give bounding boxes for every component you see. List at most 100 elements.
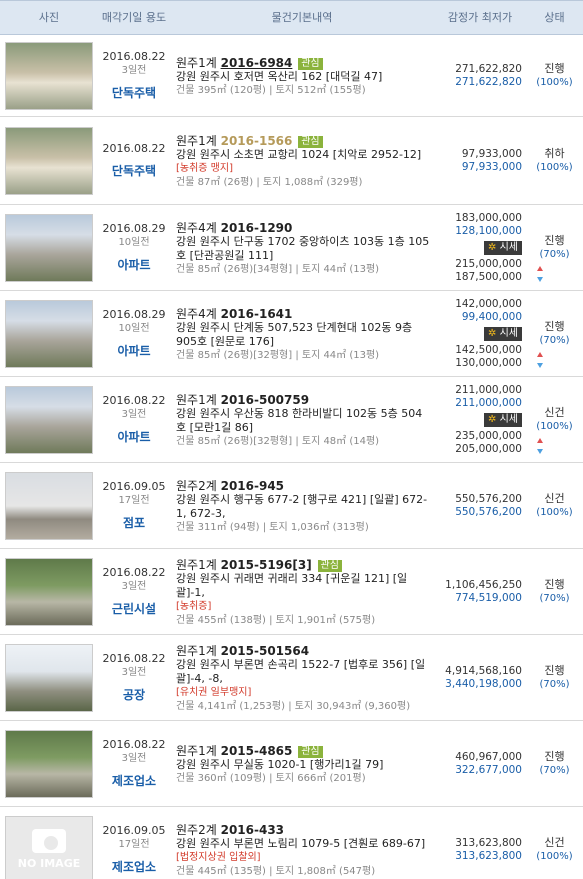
date-cell: 2016.08.22 단독주택 bbox=[98, 117, 170, 204]
case-number-link[interactable]: 2016-1641 bbox=[221, 307, 293, 321]
table-row[interactable]: 2016.08.29 10일전 아파트 원주4계 2016-1290 강원 원주… bbox=[0, 205, 583, 291]
market-high: 142,500,000 bbox=[455, 343, 522, 356]
table-row[interactable]: 2016.09.05 17일전 점포 원주2계 2016-945 강원 원주시 … bbox=[0, 463, 583, 549]
interest-badge[interactable]: 관심 bbox=[298, 745, 323, 758]
coin-icon: ✲ bbox=[488, 413, 497, 425]
apartment-photo[interactable] bbox=[5, 299, 93, 368]
interest-badge[interactable]: 관심 bbox=[298, 57, 323, 70]
case-number-link[interactable]: 2015-4865 bbox=[221, 744, 293, 758]
info-cell[interactable]: 원주1계 2016-500759 강원 원주시 우산동 818 한라비발디 10… bbox=[170, 377, 434, 462]
case-line[interactable]: 원주2계 2016-945 bbox=[176, 479, 430, 493]
photo-cell[interactable] bbox=[0, 205, 98, 290]
appraisal-price: 4,914,568,160 bbox=[445, 664, 522, 677]
case-line[interactable]: 원주1계 2016-500759 bbox=[176, 393, 430, 407]
status-percent: (70%) bbox=[539, 592, 570, 604]
table-row[interactable]: 2016.08.22 3일전 근린시설 원주1계 2015-5196[3] 관심… bbox=[0, 549, 583, 635]
case-line[interactable]: 원주1계 2016-6984 관심 bbox=[176, 56, 430, 70]
address: 강원 원주시 부론면 노림리 1079-5 [견훤로 689-67] bbox=[176, 836, 426, 850]
days-left: 3일전 bbox=[121, 409, 147, 420]
facility-photo[interactable] bbox=[5, 729, 93, 798]
photo-cell[interactable] bbox=[0, 377, 98, 462]
apartment-photo[interactable] bbox=[5, 213, 93, 282]
interest-badge[interactable]: 관심 bbox=[317, 559, 342, 572]
case-line[interactable]: 원주1계 2015-4865 관심 bbox=[176, 744, 430, 758]
address: 강원 원주시 우산동 818 한라비발디 102동 5층 504호 [모란1길 … bbox=[176, 406, 423, 434]
case-line[interactable]: 원주4계 2016-1290 bbox=[176, 221, 430, 235]
info-cell[interactable]: 원주1계 2015-5196[3] 관심 강원 원주시 귀래면 귀래리 334 … bbox=[170, 549, 434, 634]
photo-cell[interactable] bbox=[0, 291, 98, 376]
appraisal-price: 97,933,000 bbox=[461, 147, 522, 160]
court-name: 원주1계 bbox=[176, 392, 217, 407]
info-cell[interactable]: 원주4계 2016-1641 강원 원주시 단계동 507,523 단계현대 1… bbox=[170, 291, 434, 376]
info-cell[interactable]: 원주1계 2016-1566 관심 강원 원주시 소초면 교항리 1024 [치… bbox=[170, 117, 434, 204]
photo-cell[interactable] bbox=[0, 721, 98, 806]
no-image[interactable]: NO IMAGE bbox=[5, 815, 93, 879]
info-cell[interactable]: 원주1계 2015-4865 관심 강원 원주시 무실동 1020-1 [행가리… bbox=[170, 721, 434, 806]
case-line[interactable]: 원주1계 2015-501564 bbox=[176, 644, 430, 658]
store-photo[interactable] bbox=[5, 471, 93, 540]
market-low: 130,000,000 bbox=[455, 356, 522, 369]
status-cell: 진행 (70%) bbox=[526, 205, 583, 290]
table-row[interactable]: 2016.08.22 3일전 제조업소 원주1계 2015-4865 관심 강원… bbox=[0, 721, 583, 807]
table-row[interactable]: 2016.08.29 10일전 아파트 원주4계 2016-1641 강원 원주… bbox=[0, 291, 583, 377]
case-number-link[interactable]: 2015-5196[3] bbox=[221, 558, 312, 572]
info-cell[interactable]: 원주1계 2015-501564 강원 원주시 부론면 손곡리 1522-7 [… bbox=[170, 635, 434, 720]
photo-cell[interactable]: NO IMAGE bbox=[0, 807, 98, 879]
house-photo[interactable] bbox=[5, 41, 93, 110]
sale-date: 2016.08.29 bbox=[102, 222, 166, 235]
case-number-link[interactable]: 2016-500759 bbox=[221, 393, 309, 407]
auction-list-table: 사진 매각기일 용도 물건기본내역 감정가 최저가 상태 2016.08.22 … bbox=[0, 0, 583, 879]
price-cell: 211,000,000 211,000,000 ✲ 시세 235,000,000 2… bbox=[434, 377, 526, 462]
case-number-link[interactable]: 2016-433 bbox=[221, 823, 284, 837]
factory-photo[interactable] bbox=[5, 643, 93, 712]
appraisal-price: 271,622,820 bbox=[455, 62, 522, 75]
minimum-price: 322,677,000 bbox=[455, 763, 522, 776]
price-cell: 142,000,000 99,400,000 ✲ 시세 142,500,000 13… bbox=[434, 291, 526, 376]
days-left: 10일전 bbox=[118, 323, 150, 334]
info-cell[interactable]: 원주4계 2016-1290 강원 원주시 단구동 1702 중앙하이츠 103… bbox=[170, 205, 434, 290]
status-percent: (100%) bbox=[536, 76, 573, 88]
house-photo[interactable] bbox=[5, 126, 93, 195]
appraisal-price: 460,967,000 bbox=[455, 750, 522, 763]
table-row[interactable]: 2016.08.22 3일전 단독주택 원주1계 2016-6984 관심 강원… bbox=[0, 35, 583, 117]
case-line[interactable]: 원주2계 2016-433 bbox=[176, 823, 430, 837]
market-price-button[interactable]: ✲ 시세 bbox=[484, 240, 522, 255]
photo-cell[interactable] bbox=[0, 117, 98, 204]
price-cell: 460,967,000 322,677,000 bbox=[434, 721, 526, 806]
appraisal-price: 142,000,000 bbox=[455, 297, 522, 310]
interest-badge[interactable]: 관심 bbox=[298, 135, 323, 148]
photo-cell[interactable] bbox=[0, 463, 98, 548]
photo-cell[interactable] bbox=[0, 549, 98, 634]
down-arrow-icon bbox=[537, 277, 543, 282]
market-price-button[interactable]: ✲ 시세 bbox=[484, 326, 522, 341]
case-number-link[interactable]: 2015-501564 bbox=[221, 644, 309, 658]
table-row[interactable]: NO IMAGE 2016.09.05 17일전 제조업소 원주2계 2016-… bbox=[0, 807, 583, 879]
photo-cell[interactable] bbox=[0, 635, 98, 720]
market-price-button[interactable]: ✲ 시세 bbox=[484, 412, 522, 427]
price-cell: 97,933,000 97,933,000 bbox=[434, 117, 526, 204]
case-number-link[interactable]: 2016-1566 bbox=[221, 134, 293, 148]
area-info: 건물 85㎡ (26평)[32평형] | 토지 44㎡ (13평) bbox=[176, 349, 380, 361]
table-row[interactable]: 2016.08.22 3일전 공장 원주1계 2015-501564 강원 원주… bbox=[0, 635, 583, 721]
case-number-link[interactable]: 2016-945 bbox=[221, 479, 284, 493]
info-cell[interactable]: 원주2계 2016-433 강원 원주시 부론면 노림리 1079-5 [견훤로… bbox=[170, 807, 434, 879]
price-cell: 1,106,456,250 774,519,000 bbox=[434, 549, 526, 634]
facility-photo[interactable] bbox=[5, 557, 93, 626]
apartment-photo[interactable] bbox=[5, 385, 93, 454]
sale-date: 2016.08.22 bbox=[102, 142, 166, 155]
header-date: 매각기일 용도 bbox=[101, 11, 167, 24]
case-number-link[interactable]: 2016-6984 bbox=[221, 56, 293, 70]
case-line[interactable]: 원주1계 2015-5196[3] 관심 bbox=[176, 558, 430, 572]
info-cell[interactable]: 원주2계 2016-945 강원 원주시 행구동 677-2 [행구로 421]… bbox=[170, 463, 434, 548]
case-line[interactable]: 원주1계 2016-1566 관심 bbox=[176, 134, 430, 148]
info-cell[interactable]: 원주1계 2016-6984 관심 강원 원주시 호저면 옥산리 162 [대덕… bbox=[170, 35, 434, 116]
photo-cell[interactable] bbox=[0, 35, 98, 116]
price-cell: 313,623,800 313,623,800 bbox=[434, 807, 526, 879]
table-row[interactable]: 2016.08.22 단독주택 원주1계 2016-1566 관심 강원 원주시… bbox=[0, 117, 583, 205]
case-number-link[interactable]: 2016-1290 bbox=[221, 221, 293, 235]
minimum-price: 271,622,820 bbox=[455, 75, 522, 88]
case-line[interactable]: 원주4계 2016-1641 bbox=[176, 307, 430, 321]
sale-date: 2016.08.22 bbox=[102, 50, 166, 63]
table-row[interactable]: 2016.08.22 3일전 아파트 원주1계 2016-500759 강원 원… bbox=[0, 377, 583, 463]
price-cell: 183,000,000 128,100,000 ✲ 시세 215,000,000 1… bbox=[434, 205, 526, 290]
